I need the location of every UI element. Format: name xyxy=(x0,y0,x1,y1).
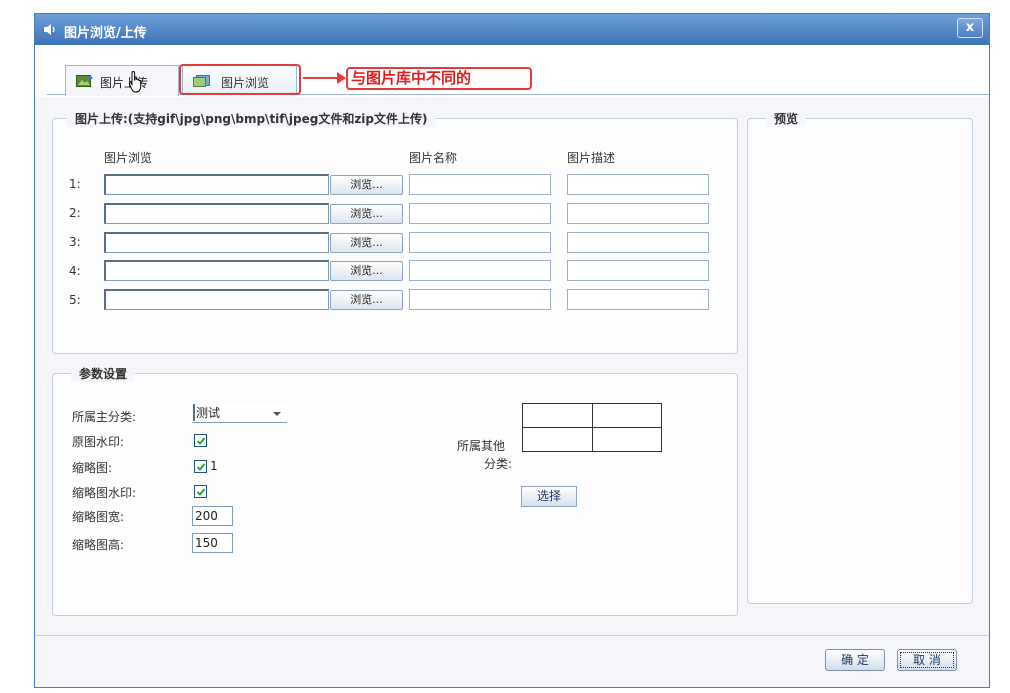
browse-button-4[interactable]: 浏览... xyxy=(330,261,403,281)
image-desc-input-5[interactable] xyxy=(567,289,709,310)
image-name-input-1[interactable] xyxy=(409,174,551,195)
params-legend: 参数设置 xyxy=(71,365,136,382)
thumb-height-label: 缩略图高: xyxy=(72,538,125,552)
image-name-input-3[interactable] xyxy=(409,232,551,253)
file-path-input-2[interactable] xyxy=(104,203,329,224)
ok-button[interactable]: 确 定 xyxy=(825,649,885,671)
close-button[interactable]: x xyxy=(957,18,983,38)
main-category-select[interactable]: 测试 xyxy=(192,404,287,423)
cancel-button[interactable]: 取 消 xyxy=(897,649,957,671)
preview-group: 预览 xyxy=(747,110,973,604)
browse-button-5[interactable]: 浏览... xyxy=(330,290,403,310)
preview-legend: 预览 xyxy=(766,110,807,127)
image-name-input-5[interactable] xyxy=(409,289,551,310)
other-category-cell xyxy=(522,403,593,428)
thumb-watermark-label: 缩略图水印: xyxy=(72,486,137,500)
image-desc-input-4[interactable] xyxy=(567,260,709,281)
select-category-button[interactable]: 选择 xyxy=(521,486,577,507)
image-name-input-2[interactable] xyxy=(409,203,551,224)
upload-legend: 图片上传:(支持gif\jpg\png\bmp\tif\jpeg文件和zip文件… xyxy=(67,110,436,127)
highlight-box xyxy=(179,64,301,95)
col-head-browse: 图片浏览 xyxy=(104,151,153,165)
thumb-height-input[interactable]: 150 xyxy=(192,533,233,553)
annotation-callout: 与图片库中不同的 xyxy=(346,67,532,90)
browse-button-2[interactable]: 浏览... xyxy=(330,204,403,224)
check-icon xyxy=(196,437,206,445)
chevron-down-icon xyxy=(273,412,281,416)
image-desc-input-1[interactable] xyxy=(567,174,709,195)
thumb-width-input[interactable]: 200 xyxy=(192,506,233,526)
main-category-label: 所属主分类: xyxy=(72,410,137,424)
hand-cursor-icon xyxy=(128,70,142,93)
thumb-watermark-checkbox[interactable] xyxy=(194,485,207,498)
window-title: 图片浏览/上传 xyxy=(64,26,147,41)
speaker-icon xyxy=(44,24,55,35)
main-category-value: 测试 xyxy=(193,404,220,421)
browse-button-3[interactable]: 浏览... xyxy=(330,233,403,253)
col-head-desc: 图片描述 xyxy=(567,151,616,165)
file-path-input-1[interactable] xyxy=(104,174,329,195)
thumbnail-label: 缩略图: xyxy=(72,461,113,475)
other-category-label: 所属其他 xyxy=(457,439,506,453)
other-category-table xyxy=(522,403,662,452)
watermark-checkbox[interactable] xyxy=(194,434,207,447)
row-number: 3: xyxy=(69,235,81,249)
arrow-right-icon xyxy=(337,72,346,84)
other-category-cell xyxy=(591,403,662,428)
image-dialog: 图片浏览/上传 x 图片上传 图片浏览 与图片库中不同的 图片上传:(支持gif… xyxy=(34,13,990,688)
other-category-cell xyxy=(522,427,593,452)
tab-image-upload[interactable]: 图片上传 xyxy=(65,65,179,96)
watermark-label: 原图水印: xyxy=(72,435,125,449)
check-icon xyxy=(196,463,206,471)
title-bar: 图片浏览/上传 x xyxy=(35,14,989,45)
file-path-input-4[interactable] xyxy=(104,260,329,281)
image-name-input-4[interactable] xyxy=(409,260,551,281)
col-head-name: 图片名称 xyxy=(409,151,458,165)
image-desc-input-3[interactable] xyxy=(567,232,709,253)
thumbnail-count: 1 xyxy=(210,459,218,473)
row-number: 2: xyxy=(69,206,81,220)
row-number: 4: xyxy=(69,264,81,278)
other-category-cell xyxy=(591,427,662,452)
check-icon xyxy=(196,488,206,496)
file-path-input-3[interactable] xyxy=(104,232,329,253)
file-path-input-5[interactable] xyxy=(104,289,329,310)
browse-button-1[interactable]: 浏览... xyxy=(330,175,403,195)
dialog-footer: 确 定 取 消 xyxy=(35,635,989,687)
thumb-width-label: 缩略图宽: xyxy=(72,510,125,524)
thumbnail-checkbox[interactable] xyxy=(194,460,207,473)
image-upload-icon xyxy=(76,75,93,87)
image-desc-input-2[interactable] xyxy=(567,203,709,224)
other-category-label-suffix: 分类: xyxy=(484,457,513,471)
row-number: 1: xyxy=(69,177,81,191)
row-number: 5: xyxy=(69,293,81,307)
